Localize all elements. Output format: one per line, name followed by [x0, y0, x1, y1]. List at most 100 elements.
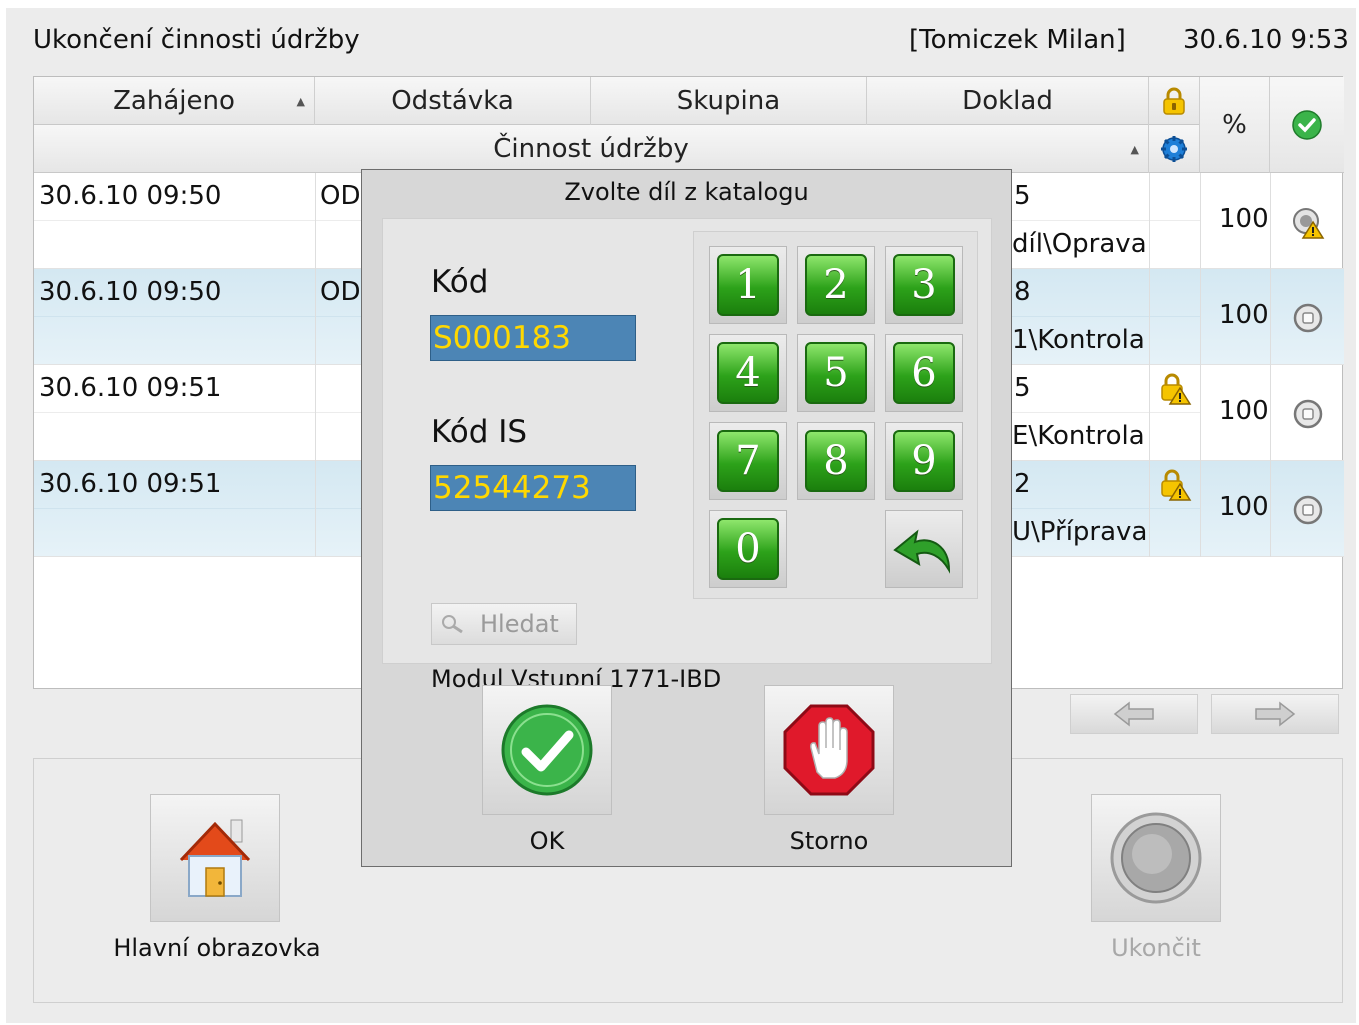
key-0[interactable]: 0: [709, 510, 787, 588]
stop-status-icon[interactable]: [1292, 494, 1324, 526]
dialog-panel: Kód S000183 Kód IS 52544273 Hledat Modul…: [382, 218, 992, 693]
stop-status-icon[interactable]: [1292, 302, 1324, 334]
power-button-icon: [1110, 812, 1202, 904]
key-9[interactable]: 9: [885, 422, 963, 500]
lock-warning-icon: [1161, 373, 1192, 405]
key-label: 1: [717, 254, 779, 316]
stop-hand-icon: [783, 704, 875, 796]
column-label: Odstávka: [391, 86, 514, 116]
arrow-left-icon: [1113, 701, 1154, 727]
date-time: 30.6.10 9:53: [1183, 25, 1349, 55]
column-header-lock[interactable]: [1149, 77, 1200, 125]
column-label: %: [1222, 109, 1247, 140]
key-7[interactable]: 7: [709, 422, 787, 500]
column-header-cinnost[interactable]: Činnost údržby ▲: [34, 125, 1149, 173]
cell-cinnost: 1\Kontrola: [1012, 325, 1145, 355]
column-header-skupina[interactable]: Skupina: [591, 77, 867, 125]
sort-ascending-icon: ▲: [296, 95, 305, 108]
key-8[interactable]: 8: [797, 422, 875, 500]
cell-zahajeno: 30.6.10 09:51: [39, 373, 222, 403]
column-label: Skupina: [676, 86, 781, 116]
cell-zahajeno: 30.6.10 09:51: [39, 469, 222, 499]
column-divider: [1200, 173, 1201, 557]
column-divider: [1270, 173, 1271, 557]
cell-doklad: 8: [1014, 277, 1031, 307]
cell-cinnost: E\Kontrola: [1012, 421, 1145, 451]
grid-header-row-1: Zahájeno ▲ Odstávka Skupina Doklad: [34, 77, 1344, 125]
search-label: Hledat: [480, 610, 559, 638]
kod-field[interactable]: S000183: [430, 315, 636, 361]
dialog-title: Zvolte díl z katalogu: [564, 178, 809, 206]
column-label: Činnost údržby: [493, 134, 689, 164]
column-label: Zahájeno: [113, 86, 235, 116]
key-label: 9: [893, 430, 955, 492]
search-button[interactable]: Hledat: [431, 603, 577, 645]
column-header-zahajeno[interactable]: Zahájeno ▲: [34, 77, 315, 125]
key-6[interactable]: 6: [885, 334, 963, 412]
page-prev-button[interactable]: [1070, 694, 1198, 734]
lock-icon: [1163, 87, 1185, 115]
undo-arrow-icon: [893, 529, 951, 574]
finish-label: Ukončit: [1111, 934, 1201, 962]
cell-zahajeno: 30.6.10 09:50: [39, 181, 222, 211]
key-4[interactable]: 4: [709, 334, 787, 412]
page-title: Ukončení činnosti údržby: [33, 25, 360, 55]
cell-zahajeno: 30.6.10 09:50: [39, 277, 222, 307]
column-header-doklad[interactable]: Doklad: [867, 77, 1149, 125]
home-button[interactable]: [150, 794, 280, 922]
column-divider: [1149, 173, 1150, 557]
warning-status-icon[interactable]: [1291, 206, 1325, 240]
key-label: 0: [717, 518, 779, 580]
ok-label: OK: [529, 827, 565, 855]
key-label: 5: [805, 342, 867, 404]
column-header-settings[interactable]: [1149, 125, 1200, 173]
home-icon: [179, 819, 251, 897]
cell-odstavka: OD: [320, 181, 361, 211]
kod-is-label: Kód IS: [431, 414, 528, 450]
column-header-status[interactable]: [1270, 77, 1344, 173]
cell-doklad: 5: [1014, 373, 1031, 403]
storno-button[interactable]: [764, 685, 894, 815]
arrow-right-icon: [1255, 701, 1296, 727]
kod-label: Kód: [431, 264, 489, 300]
stop-status-icon[interactable]: [1292, 398, 1324, 430]
key-3[interactable]: 3: [885, 246, 963, 324]
cell-percent: 100: [1219, 300, 1269, 330]
key-label: 8: [805, 430, 867, 492]
catalog-dialog: Zvolte díl z katalogu Kód S000183 Kód IS…: [361, 169, 1012, 867]
finish-button[interactable]: [1091, 794, 1221, 922]
cell-doklad: 5: [1014, 181, 1031, 211]
column-header-percent[interactable]: %: [1200, 77, 1270, 173]
cell-doklad: 2: [1014, 469, 1031, 499]
cell-cinnost: U\Příprava: [1012, 517, 1148, 547]
home-label: Hlavní obrazovka: [113, 934, 321, 962]
cell-cinnost: díl\Oprava: [1012, 229, 1147, 259]
cell-percent: 100: [1219, 492, 1269, 522]
key-label: 7: [717, 430, 779, 492]
lock-warning-icon: [1161, 469, 1192, 501]
keypad: 1 2 3 4 5 6 7 8 9 0: [693, 231, 978, 599]
page-next-button[interactable]: [1211, 694, 1339, 734]
cell-percent: 100: [1219, 204, 1269, 234]
user-name: [Tomiczek Milan]: [909, 25, 1126, 55]
key-label: 2: [805, 254, 867, 316]
column-divider: [315, 173, 316, 557]
check-circle-icon: [1292, 109, 1322, 140]
key-5[interactable]: 5: [797, 334, 875, 412]
kod-is-field[interactable]: 52544273: [430, 465, 636, 511]
key-label: 3: [893, 254, 955, 316]
ok-button[interactable]: [482, 685, 612, 815]
grid-header-row-2: Činnost údržby ▲: [34, 125, 1200, 173]
key-2[interactable]: 2: [797, 246, 875, 324]
cell-odstavka: OD: [320, 277, 361, 307]
key-label: 4: [717, 342, 779, 404]
cell-percent: 100: [1219, 396, 1269, 426]
backspace-key[interactable]: [885, 510, 963, 588]
key-label: 6: [893, 342, 955, 404]
key-1[interactable]: 1: [709, 246, 787, 324]
check-circle-icon: [501, 704, 593, 796]
storno-label: Storno: [789, 827, 869, 855]
column-label: Doklad: [962, 86, 1053, 116]
sort-ascending-icon: ▲: [1130, 143, 1139, 156]
column-header-odstavka[interactable]: Odstávka: [315, 77, 591, 125]
